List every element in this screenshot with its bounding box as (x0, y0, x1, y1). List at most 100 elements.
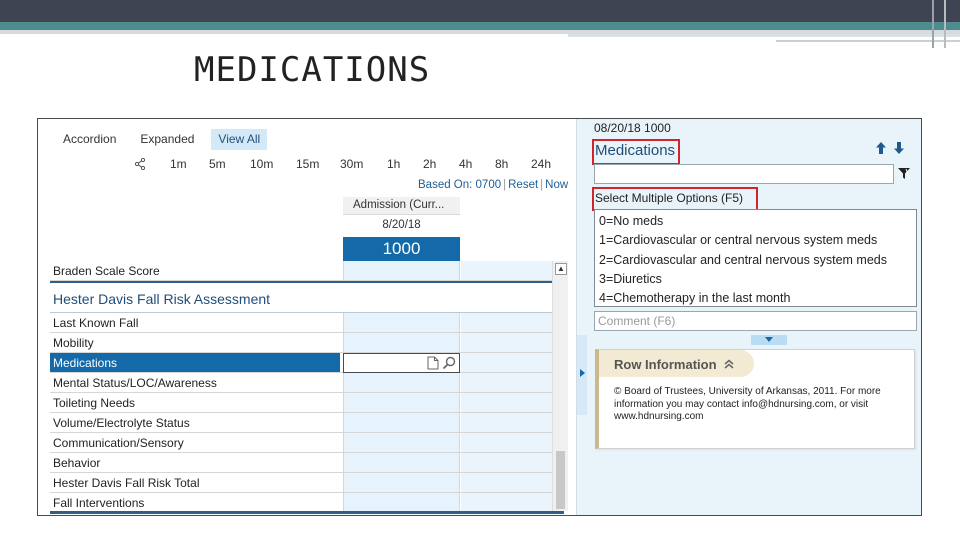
chevron-down-icon (765, 337, 773, 342)
grid-row-mental-status[interactable]: Mental Status/LOC/Awareness (50, 373, 564, 393)
grid-cell[interactable] (343, 373, 460, 392)
grid-cell[interactable] (343, 261, 460, 280)
grid-cell[interactable] (461, 261, 564, 280)
tab-view-all[interactable]: View All (211, 129, 268, 150)
search-icon[interactable] (442, 356, 456, 373)
interval-8h[interactable]: 8h (495, 157, 508, 171)
slide-deco-line (568, 34, 960, 37)
options-list: 0=No meds 1=Cardiovascular or central ne… (594, 209, 917, 307)
arrow-up-icon[interactable] (875, 141, 887, 160)
pane-collapse-handle[interactable] (577, 335, 587, 415)
interval-1m[interactable]: 1m (170, 157, 187, 171)
option-item[interactable]: 1=Cardiovascular or central nervous syst… (599, 231, 912, 250)
grid-cell[interactable] (461, 453, 564, 472)
grid-cell[interactable] (343, 333, 460, 352)
slide-teal-band (0, 22, 960, 30)
grid-cell[interactable] (461, 473, 564, 492)
slide-top-bar (0, 0, 960, 22)
section-label: Hester Davis Fall Risk Assessment (53, 291, 271, 307)
active-cell[interactable] (343, 353, 460, 373)
grid-row-mobility[interactable]: Mobility (50, 333, 564, 353)
filter-icon[interactable] (897, 167, 911, 185)
interval-4h[interactable]: 4h (459, 157, 472, 171)
grid-row-medications[interactable]: Medications (50, 353, 564, 373)
interval-1h[interactable]: 1h (387, 157, 400, 171)
interval-30m[interactable]: 30m (340, 157, 363, 171)
grid-row-volume[interactable]: Volume/Electrolyte Status (50, 413, 564, 433)
grid-cell[interactable] (461, 413, 564, 432)
interval-2h[interactable]: 2h (423, 157, 436, 171)
flowsheet-pane: Accordion Expanded View All 1m 5m 10m 15… (38, 119, 576, 515)
document-icon[interactable] (427, 356, 439, 373)
grid-cell[interactable] (343, 493, 460, 512)
option-item[interactable]: 4=Chemotherapy in the last month (599, 289, 912, 308)
column-time[interactable]: 1000 (343, 237, 460, 261)
option-item[interactable]: 2=Cardiovascular and central nervous sys… (599, 251, 912, 270)
grid-cell[interactable] (461, 433, 564, 452)
arrow-down-icon[interactable] (893, 141, 905, 160)
row-label: Toileting Needs (53, 396, 136, 410)
grid-cell[interactable] (343, 413, 460, 432)
slide-title-tab (0, 34, 568, 48)
grid-cell[interactable] (343, 393, 460, 412)
section-header[interactable]: Hester Davis Fall Risk Assessment (50, 281, 564, 313)
scroll-up-icon[interactable]: ▲ (555, 263, 567, 275)
grid-cell[interactable] (343, 473, 460, 492)
row-information-title[interactable]: Row Information (614, 357, 734, 372)
grid-row-toileting[interactable]: Toileting Needs (50, 393, 564, 413)
option-item[interactable]: 3=Diuretics (599, 270, 912, 289)
detail-search-input[interactable] (594, 164, 894, 184)
column-header[interactable]: Admission (Curr... (343, 197, 460, 215)
grid-cell[interactable] (461, 353, 564, 372)
based-on-label[interactable]: Based On: 0700 (418, 179, 501, 191)
row-label: Behavior (53, 456, 101, 470)
now-link[interactable]: Now (545, 179, 568, 191)
row-label: Braden Scale Score (53, 264, 160, 278)
chevron-double-up-icon[interactable] (724, 357, 734, 372)
grid-row-communication[interactable]: Communication/Sensory (50, 433, 564, 453)
row-label: Communication/Sensory (53, 436, 184, 450)
row-label: Volume/Electrolyte Status (53, 416, 190, 430)
row-label: Fall Interventions (53, 496, 145, 510)
row-label: Last Known Fall (53, 316, 139, 330)
chevron-right-icon (580, 369, 585, 377)
interval-share-icon[interactable] (134, 157, 146, 173)
row-label: Hester Davis Fall Risk Total (53, 476, 200, 490)
expand-handle[interactable] (751, 335, 787, 345)
detail-title: Medications (595, 142, 676, 159)
grid-cell[interactable] (343, 313, 460, 332)
tab-accordion[interactable]: Accordion (56, 129, 123, 150)
grid-row-fall-risk-total[interactable]: Hester Davis Fall Risk Total (50, 473, 564, 493)
based-on-bar: Based On: 0700 | Reset | Now (418, 179, 569, 191)
grid-cell[interactable] (461, 333, 564, 352)
grid-cell[interactable] (461, 393, 564, 412)
grid-cell[interactable] (461, 493, 564, 512)
grid-row-last-known-fall[interactable]: Last Known Fall (50, 313, 564, 333)
row-label: Mental Status/LOC/Awareness (53, 376, 217, 390)
reset-link[interactable]: Reset (508, 179, 538, 191)
nav-icons (875, 141, 905, 160)
scroll-thumb[interactable] (556, 451, 565, 509)
interval-10m[interactable]: 10m (250, 157, 273, 171)
comment-field[interactable]: Comment (F6) (594, 311, 917, 331)
grid-cell[interactable] (343, 453, 460, 472)
slide-deco-line (932, 0, 934, 48)
vertical-scrollbar[interactable]: ▲ (552, 261, 568, 511)
grid-row-behavior[interactable]: Behavior (50, 453, 564, 473)
select-multiple-label: Select Multiple Options (F5) (595, 191, 744, 205)
interval-24h[interactable]: 24h (531, 157, 551, 171)
row-label: Medications (50, 353, 340, 372)
interval-15m[interactable]: 15m (296, 157, 319, 171)
ehr-screenshot: Accordion Expanded View All 1m 5m 10m 15… (37, 118, 922, 516)
interval-5m[interactable]: 5m (209, 157, 226, 171)
option-item[interactable]: 0=No meds (599, 212, 912, 231)
tab-expanded[interactable]: Expanded (133, 129, 201, 150)
column-date: 8/20/18 (382, 219, 421, 231)
grid-row-fall-interventions[interactable]: Fall Interventions (50, 493, 564, 513)
row-label: Mobility (53, 336, 94, 350)
grid-cell[interactable] (461, 313, 564, 332)
grid-row-braden[interactable]: Braden Scale Score (50, 261, 564, 281)
grid-bottom-border (50, 511, 564, 514)
grid-cell[interactable] (461, 373, 564, 392)
grid-cell[interactable] (343, 433, 460, 452)
